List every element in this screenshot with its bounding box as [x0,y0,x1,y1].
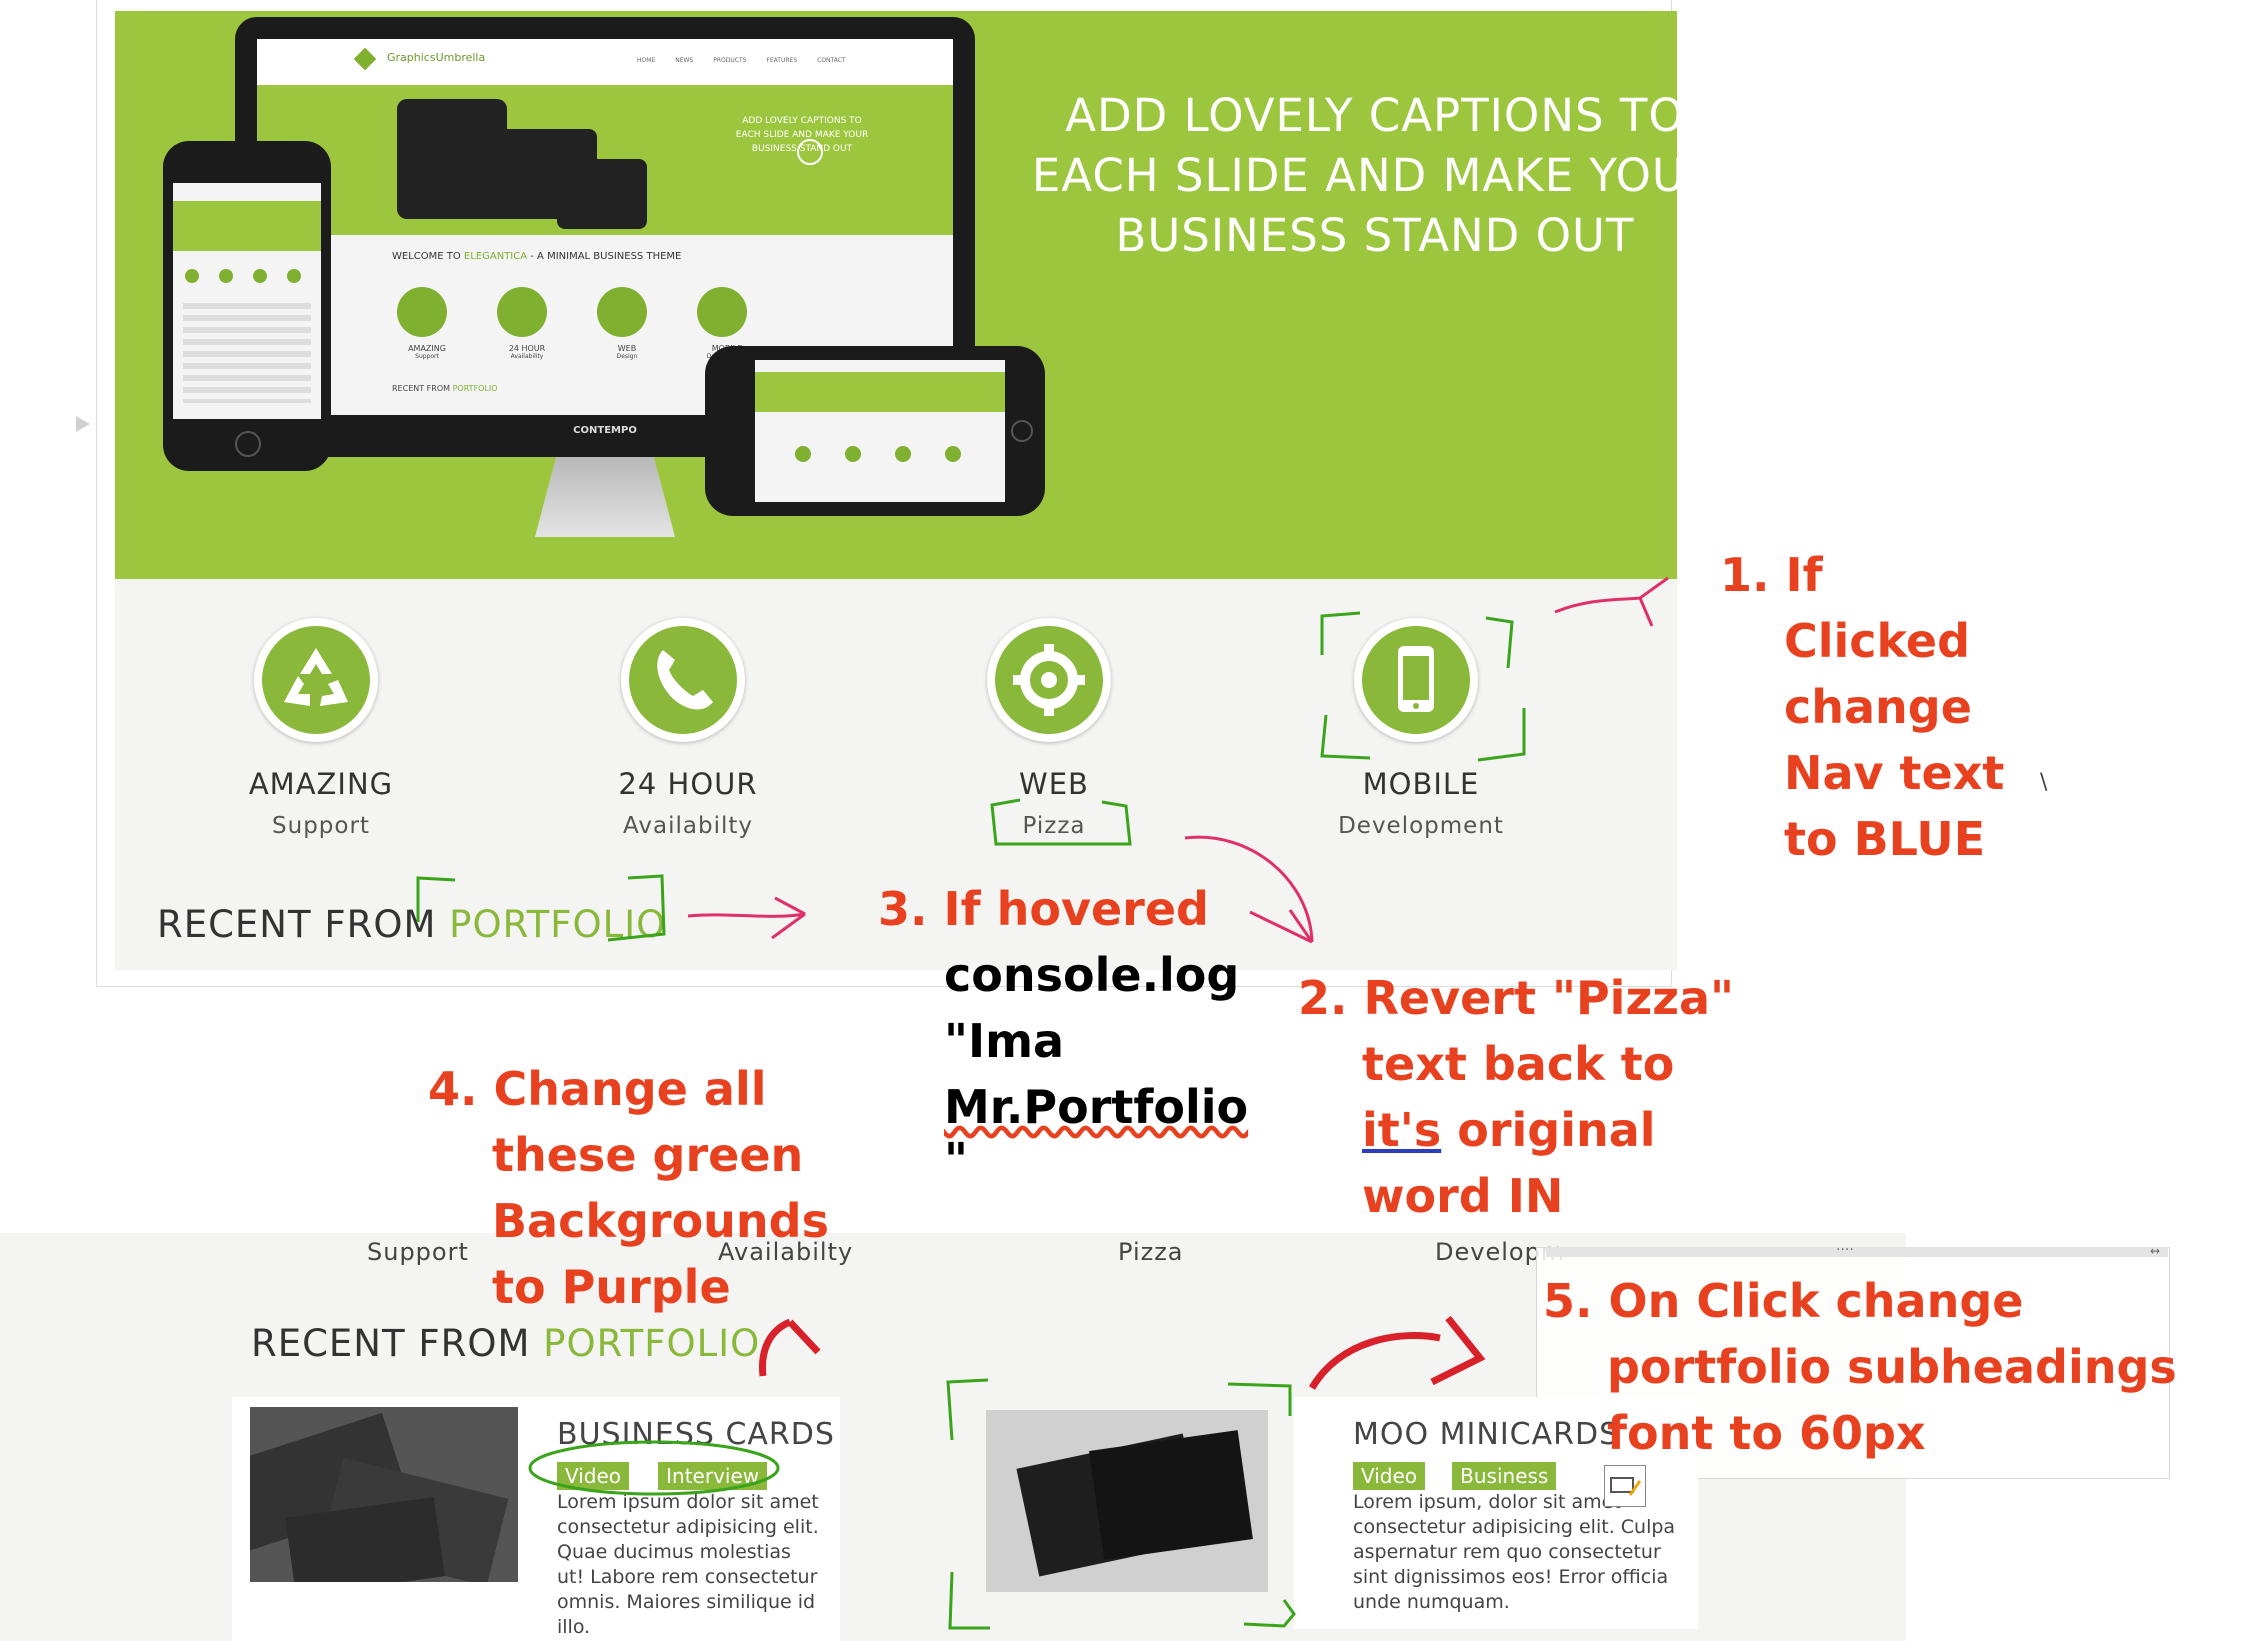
devtools-resize-icon[interactable]: ↔ [2150,1244,2160,1258]
monitor-welcome: WELCOME TO ELEGANTICA - A MINIMAL BUSINE… [392,251,682,262]
monitor-icon-label: WEB Design [616,344,638,360]
service-subtitle: Support [272,813,370,839]
monitor-recent: RECENT FROM PORTFOLIO [392,384,498,393]
service-icon-mobile[interactable] [1354,618,1478,742]
portfolio-card-body: Lorem ipsum, dolor sit amet consectetur … [1353,1491,1676,1613]
hero-caption: ADD LOVELY CAPTIONS TO EACH SLIDE AND MA… [1031,89,1677,262]
bottom-recent-portfolio-heading[interactable]: RECENT FROM PORTFOLIO [251,1322,760,1365]
portfolio-card-tags: Video Interview [557,1462,768,1490]
service-icon-24hour[interactable] [621,618,745,742]
service-title: 24 HOUR [618,767,758,801]
monitor-icon-label: AMAZING Support [408,344,446,360]
annotation-note-3: 3. If hovered console.log "Ima Mr.Portfo… [878,882,1249,1187]
bottom-service-subtitle: Pizza [1118,1238,1184,1266]
monitor-stand [535,457,675,537]
hero-slider: GraphicsUmbrella HOME NEWS PRODUCTS FEATURE… [115,11,1677,579]
service-title: AMAZING [248,767,394,801]
phone-icon [657,650,713,710]
portfolio-card-image[interactable] [250,1407,518,1582]
service-icon-web[interactable] [987,618,1111,742]
service-subtitle: Development [1338,813,1504,839]
service-subtitle-pizza: Pizza [1022,813,1086,839]
slider-prev-arrow-icon[interactable] [76,416,90,432]
annotation-note-5: 5. On Click change portfolio subheadings… [1543,1274,2177,1460]
recycle-icon [284,648,348,706]
service-title: WEB [1019,767,1089,801]
gear-icon [1013,644,1085,716]
annotation-note-1: 1. If Clicked change Nav text to BLUE [1720,548,2005,866]
service-icon-amazing[interactable] [254,618,378,742]
monitor-icon-label: 24 HOUR Availability [508,344,546,360]
service-subtitle: Availabilty [623,813,753,839]
monitor-logo: GraphicsUmbrella [387,51,486,64]
tag-badge[interactable]: Interview [658,1462,768,1490]
portfolio-card-title[interactable]: BUSINESS CARDS [557,1417,835,1452]
devtools-panel-handle[interactable] [1546,1247,2168,1257]
phone-mockup [163,141,331,471]
portfolio-card-body: Lorem ipsum dolor sit amet consectetur a… [557,1491,819,1638]
landscape-phone-mockup [705,346,1045,516]
devtools-dots: .... [1836,1238,1854,1254]
service-title: MOBILE [1362,767,1480,801]
recent-portfolio-heading[interactable]: RECENT FROM PORTFOLIO [157,903,666,946]
annotation-note-4: 4. Change all these green Backgrounds to… [428,1062,829,1314]
tag-badge[interactable]: Video [1353,1462,1426,1490]
portfolio-card-tags: Video Business [1353,1462,1557,1490]
monitor-nav: HOME NEWS PRODUCTS FEATURES CONTACT [637,57,846,64]
monitor-next-icon [797,139,823,165]
portfolio-card-image[interactable] [986,1410,1268,1592]
devtools-edit-icon[interactable] [1604,1465,1646,1507]
tag-badge[interactable]: Business [1452,1462,1557,1490]
tag-badge[interactable]: Video [557,1462,630,1490]
mobile-icon [1398,646,1434,712]
annotation-note-2: 2. Revert "Pizza" text back to it's orig… [1298,971,1734,1223]
stray-mark: \ [2040,770,2048,795]
